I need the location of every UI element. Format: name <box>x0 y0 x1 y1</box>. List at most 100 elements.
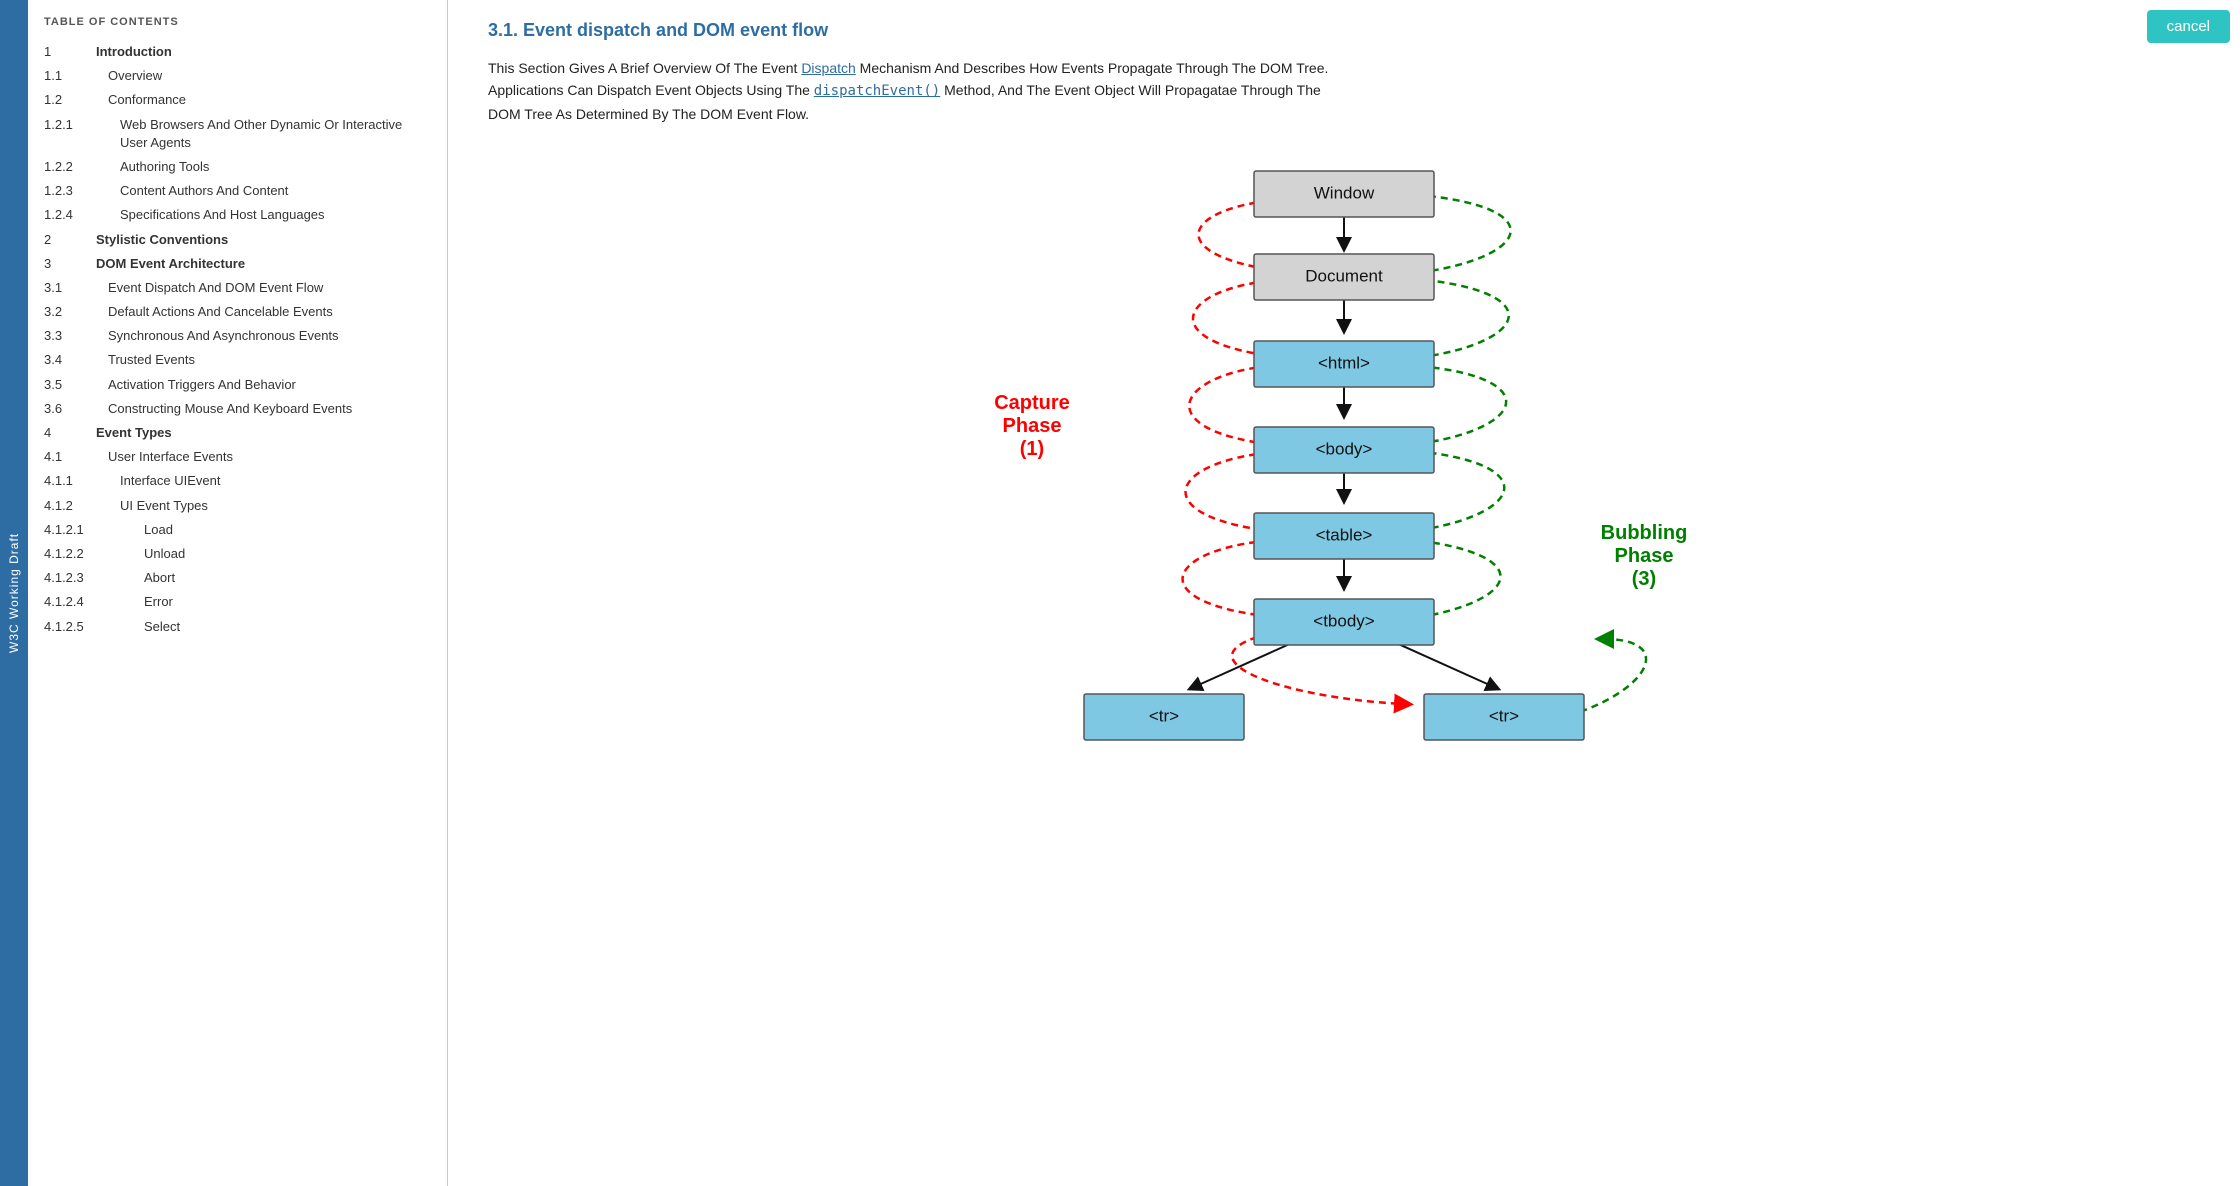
html-node: <html> <box>1254 341 1434 387</box>
capture-phase-label-3: (1) <box>1020 438 1044 460</box>
svg-text:Window: Window <box>1314 184 1375 203</box>
toc-item-1-2-3[interactable]: 1.2.3Content Authors And Content <box>28 179 447 203</box>
toc-items: 1Introduction1.1Overview1.2Conformance1.… <box>28 40 447 639</box>
toc-num: 4 <box>44 424 96 442</box>
toc-label: Interface UIEvent <box>108 472 220 490</box>
toc-label: Load <box>120 521 173 539</box>
svg-text:<html>: <html> <box>1318 354 1370 373</box>
toc-label: Content Authors And Content <box>108 182 288 200</box>
toc-num: 1 <box>44 43 96 61</box>
main-content: cancel 3.1. Event dispatch and DOM event… <box>448 0 2240 1186</box>
toc-item-4-1[interactable]: 4.1User Interface Events <box>28 445 447 469</box>
toc-item-1-2-1[interactable]: 1.2.1Web Browsers And Other Dynamic Or I… <box>28 113 447 155</box>
toc-title: TABLE OF CONTENTS <box>28 16 447 40</box>
toc-item-4-1-2-3[interactable]: 4.1.2.3Abort <box>28 566 447 590</box>
tbody-node: <tbody> <box>1254 599 1434 645</box>
toc-label: Error <box>120 593 173 611</box>
toc-item-4-1-2-2[interactable]: 4.1.2.2Unload <box>28 542 447 566</box>
toc-item-1-2-2[interactable]: 1.2.2Authoring Tools <box>28 155 447 179</box>
toc-num: 4.1.1 <box>44 472 108 490</box>
toc-num: 4.1 <box>44 448 96 466</box>
toc-num: 1.2.3 <box>44 182 108 200</box>
toc-num: 4.1.2 <box>44 497 108 515</box>
toc-label: User Interface Events <box>96 448 233 466</box>
toc-item-4[interactable]: 4Event Types <box>28 421 447 445</box>
toc-item-1-2-4[interactable]: 1.2.4Specifications And Host Languages <box>28 203 447 227</box>
capture-phase-label: Capture <box>994 392 1070 414</box>
toc-item-3-2[interactable]: 3.2Default Actions And Cancelable Events <box>28 300 447 324</box>
toc-label: UI Event Types <box>108 497 208 515</box>
toc-num: 4.1.2.1 <box>44 521 120 539</box>
toc-label: Activation Triggers And Behavior <box>96 376 296 394</box>
tr2-node: <tr> <box>1424 694 1584 740</box>
tr1-node: <tr> <box>1084 694 1244 740</box>
svg-text:Document: Document <box>1305 267 1383 286</box>
capture-phase-label-2: Phase <box>1003 415 1062 437</box>
toc-item-1[interactable]: 1Introduction <box>28 40 447 64</box>
svg-text:<table>: <table> <box>1316 526 1373 545</box>
toc-num: 3.6 <box>44 400 96 418</box>
dispatch-link[interactable]: Dispatch <box>801 60 855 76</box>
toc-num: 1.2.1 <box>44 116 108 134</box>
section-paragraph: This Section Gives A Brief Overview Of T… <box>488 57 1348 125</box>
toc-panel: TABLE OF CONTENTS 1Introduction1.1Overvi… <box>28 0 448 1186</box>
section-heading: 3.1. Event dispatch and DOM event flow <box>488 20 2200 41</box>
toc-item-4-1-2[interactable]: 4.1.2UI Event Types <box>28 494 447 518</box>
toc-label: Synchronous And Asynchronous Events <box>96 327 339 345</box>
toc-num: 3.1 <box>44 279 96 297</box>
toc-item-3-3[interactable]: 3.3Synchronous And Asynchronous Events <box>28 324 447 348</box>
toc-item-3-5[interactable]: 3.5Activation Triggers And Behavior <box>28 373 447 397</box>
toc-label: DOM Event Architecture <box>96 255 245 273</box>
body-node: <body> <box>1254 427 1434 473</box>
toc-num: 2 <box>44 231 96 249</box>
bubbling-phase-label-2: Phase <box>1615 545 1674 567</box>
toc-item-4-1-2-1[interactable]: 4.1.2.1Load <box>28 518 447 542</box>
toc-item-1-2[interactable]: 1.2Conformance <box>28 88 447 112</box>
toc-num: 4.1.2.2 <box>44 545 120 563</box>
bubbling-phase-label: Bubbling <box>1601 522 1688 544</box>
toc-num: 4.1.2.3 <box>44 569 120 587</box>
toc-num: 1.2.2 <box>44 158 108 176</box>
svg-text:<tr>: <tr> <box>1149 707 1179 726</box>
svg-text:<body>: <body> <box>1316 440 1373 459</box>
toc-label: Trusted Events <box>96 351 195 369</box>
toc-item-3-6[interactable]: 3.6Constructing Mouse And Keyboard Event… <box>28 397 447 421</box>
dom-event-flow-diagram: Capture Phase (1) Bubbling Phase (3) <box>964 149 1724 769</box>
paragraph-part1: This Section Gives A Brief Overview Of T… <box>488 60 801 76</box>
toc-num: 4.1.2.5 <box>44 618 120 636</box>
dispatch-event-link[interactable]: dispatchEvent() <box>814 83 940 99</box>
toc-item-2[interactable]: 2Stylistic Conventions <box>28 228 447 252</box>
toc-item-4-1-1[interactable]: 4.1.1Interface UIEvent <box>28 469 447 493</box>
window-node: Window <box>1254 171 1434 217</box>
toc-num: 1.2.4 <box>44 206 108 224</box>
toc-item-3[interactable]: 3DOM Event Architecture <box>28 252 447 276</box>
toc-item-3-4[interactable]: 3.4Trusted Events <box>28 348 447 372</box>
toc-num: 1.1 <box>44 67 96 85</box>
toc-label: Specifications And Host Languages <box>108 206 325 224</box>
toc-label: Unload <box>120 545 185 563</box>
toc-num: 4.1.2.4 <box>44 593 120 611</box>
toc-item-4-1-2-5[interactable]: 4.1.2.5Select <box>28 615 447 639</box>
toc-label: Default Actions And Cancelable Events <box>96 303 333 321</box>
toc-label: Abort <box>120 569 175 587</box>
toc-label: Stylistic Conventions <box>96 231 228 249</box>
toc-num: 3.3 <box>44 327 96 345</box>
toc-item-3-1[interactable]: 3.1Event Dispatch And DOM Event Flow <box>28 276 447 300</box>
table-node: <table> <box>1254 513 1434 559</box>
toc-label: Overview <box>96 67 162 85</box>
toc-item-4-1-2-4[interactable]: 4.1.2.4Error <box>28 590 447 614</box>
toc-label: Event Dispatch And DOM Event Flow <box>96 279 323 297</box>
toc-item-1-1[interactable]: 1.1Overview <box>28 64 447 88</box>
svg-text:<tbody>: <tbody> <box>1313 612 1375 631</box>
cancel-button[interactable]: cancel <box>2147 10 2230 43</box>
toc-label: Introduction <box>96 43 172 61</box>
toc-num: 3 <box>44 255 96 273</box>
toc-num: 1.2 <box>44 91 96 109</box>
toc-label: Conformance <box>96 91 186 109</box>
sidebar-label: W3C Working Draft <box>0 0 28 1186</box>
toc-num: 3.5 <box>44 376 96 394</box>
toc-num: 3.2 <box>44 303 96 321</box>
toc-num: 3.4 <box>44 351 96 369</box>
toc-label: Select <box>120 618 180 636</box>
toc-label: Constructing Mouse And Keyboard Events <box>96 400 352 418</box>
